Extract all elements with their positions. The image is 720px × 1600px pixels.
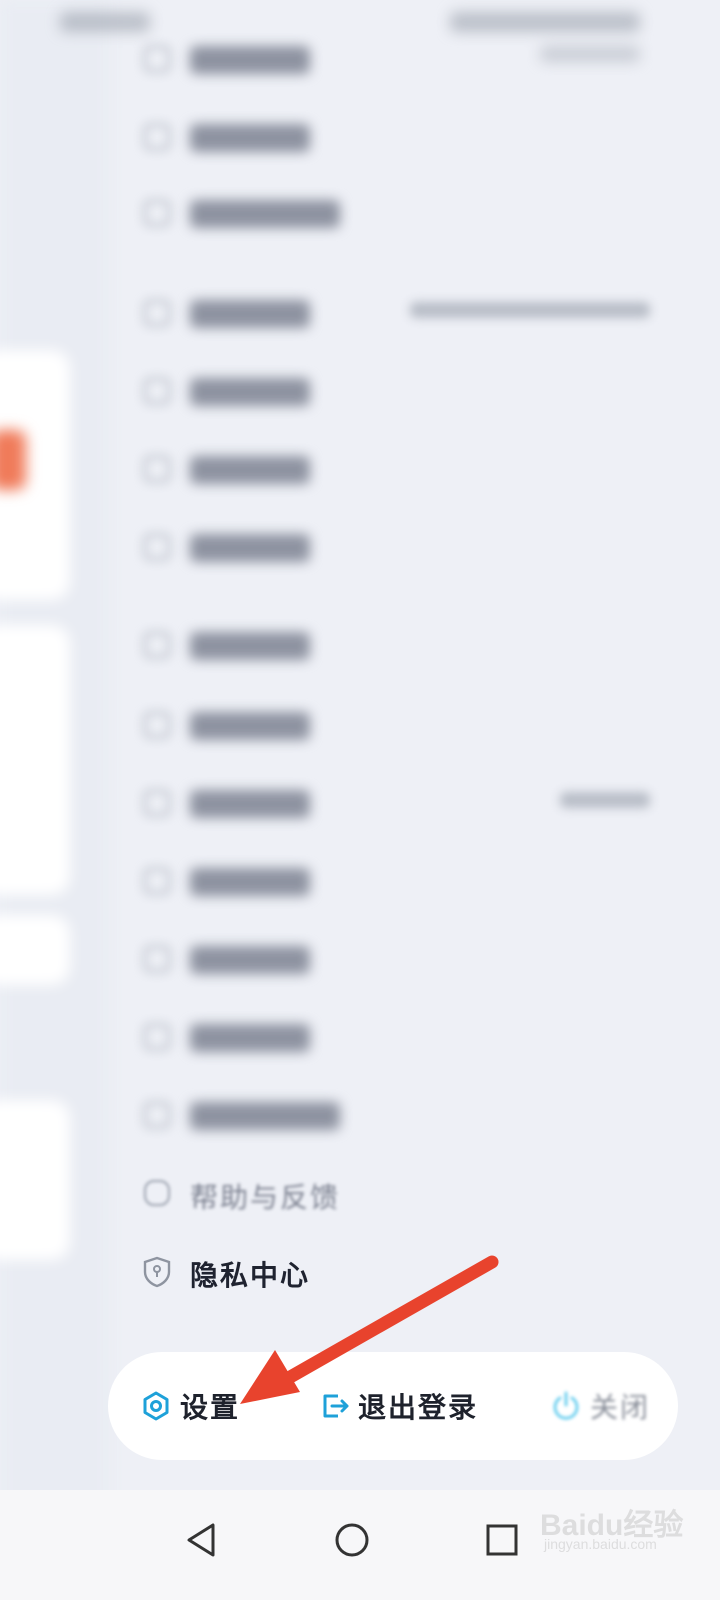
menu-item[interactable] — [140, 288, 660, 338]
menu-item-label: 帮助与反馈 — [190, 1181, 341, 1214]
menu-item[interactable] — [140, 34, 660, 84]
menu-item[interactable] — [140, 1090, 660, 1140]
menu-item-label — [190, 868, 310, 896]
menu-item-icon — [144, 46, 170, 72]
menu-item-label — [190, 200, 340, 228]
menu-item-label: 隐私中心 — [190, 1259, 311, 1292]
nav-home-button[interactable] — [322, 1510, 382, 1570]
menu-item-icon — [144, 200, 170, 226]
menu-item[interactable] — [140, 366, 660, 416]
menu-item-label — [190, 712, 310, 740]
menu-item-icon — [144, 790, 170, 816]
logout-icon — [318, 1390, 350, 1422]
menu-item[interactable] — [140, 778, 660, 828]
menu-item-icon — [144, 712, 170, 738]
menu-item-label — [190, 534, 310, 562]
menu-item-icon — [144, 300, 170, 326]
menu-item-icon — [144, 868, 170, 894]
watermark-url: jingyan.baidu.com — [544, 1536, 657, 1552]
settings-label: 设置 — [180, 1391, 241, 1424]
menu-item-label — [190, 124, 310, 152]
recents-square-icon — [486, 1524, 518, 1556]
menu-item-meta — [560, 792, 650, 808]
nav-recents-button[interactable] — [472, 1510, 532, 1570]
menu-item-icon — [144, 1102, 170, 1128]
menu-item-icon — [144, 378, 170, 404]
menu-item-icon — [144, 946, 170, 972]
home-circle-icon — [335, 1523, 369, 1557]
shield-icon — [142, 1256, 172, 1292]
menu-item-icon — [144, 456, 170, 482]
menu-item-icon — [144, 632, 170, 658]
menu-item-icon — [144, 124, 170, 150]
menu-item-privacy-center[interactable]: 隐私中心 — [140, 1246, 660, 1296]
background-card — [0, 1100, 70, 1260]
logout-label: 退出登录 — [358, 1391, 479, 1424]
background-badge — [0, 430, 26, 490]
menu-item[interactable] — [140, 444, 660, 494]
gear-icon — [140, 1390, 172, 1422]
menu-item-label — [190, 790, 310, 818]
menu-item-label — [190, 300, 310, 328]
background-card — [0, 915, 70, 985]
menu-item[interactable] — [140, 522, 660, 572]
close-label: 关闭 — [590, 1391, 651, 1424]
menu-item[interactable] — [140, 112, 660, 162]
menu-item[interactable] — [140, 700, 660, 750]
menu-item-label — [190, 946, 310, 974]
close-button[interactable]: 关闭 — [550, 1384, 650, 1428]
menu-item-meta — [410, 302, 650, 318]
menu-item[interactable] — [140, 188, 660, 238]
menu-item-label — [190, 46, 310, 74]
menu-item-label — [190, 378, 310, 406]
menu-item-label — [190, 1102, 340, 1130]
menu-item[interactable] — [140, 856, 660, 906]
menu-item-label — [190, 632, 310, 660]
menu-item-icon — [144, 534, 170, 560]
menu-item-icon — [144, 1024, 170, 1050]
settings-button[interactable]: 设置 — [140, 1384, 240, 1428]
menu-item-label — [190, 1024, 310, 1052]
menu-item[interactable] — [140, 620, 660, 670]
background-card — [0, 625, 70, 895]
robot-icon — [144, 1180, 170, 1206]
logout-button[interactable]: 退出登录 — [318, 1384, 478, 1428]
power-icon — [550, 1390, 582, 1422]
menu-item-label — [190, 456, 310, 484]
baidu-jingyan-watermark: Baidu经验 jingyan.baidu.com — [540, 1500, 690, 1560]
back-triangle-icon — [187, 1523, 215, 1557]
bottom-action-bar: 设置 退出登录 关闭 — [108, 1352, 678, 1460]
nav-back-button[interactable] — [172, 1510, 232, 1570]
menu-item[interactable] — [140, 934, 660, 984]
menu-item-help-feedback[interactable]: 帮助与反馈 — [140, 1168, 660, 1218]
menu-item[interactable] — [140, 1012, 660, 1062]
